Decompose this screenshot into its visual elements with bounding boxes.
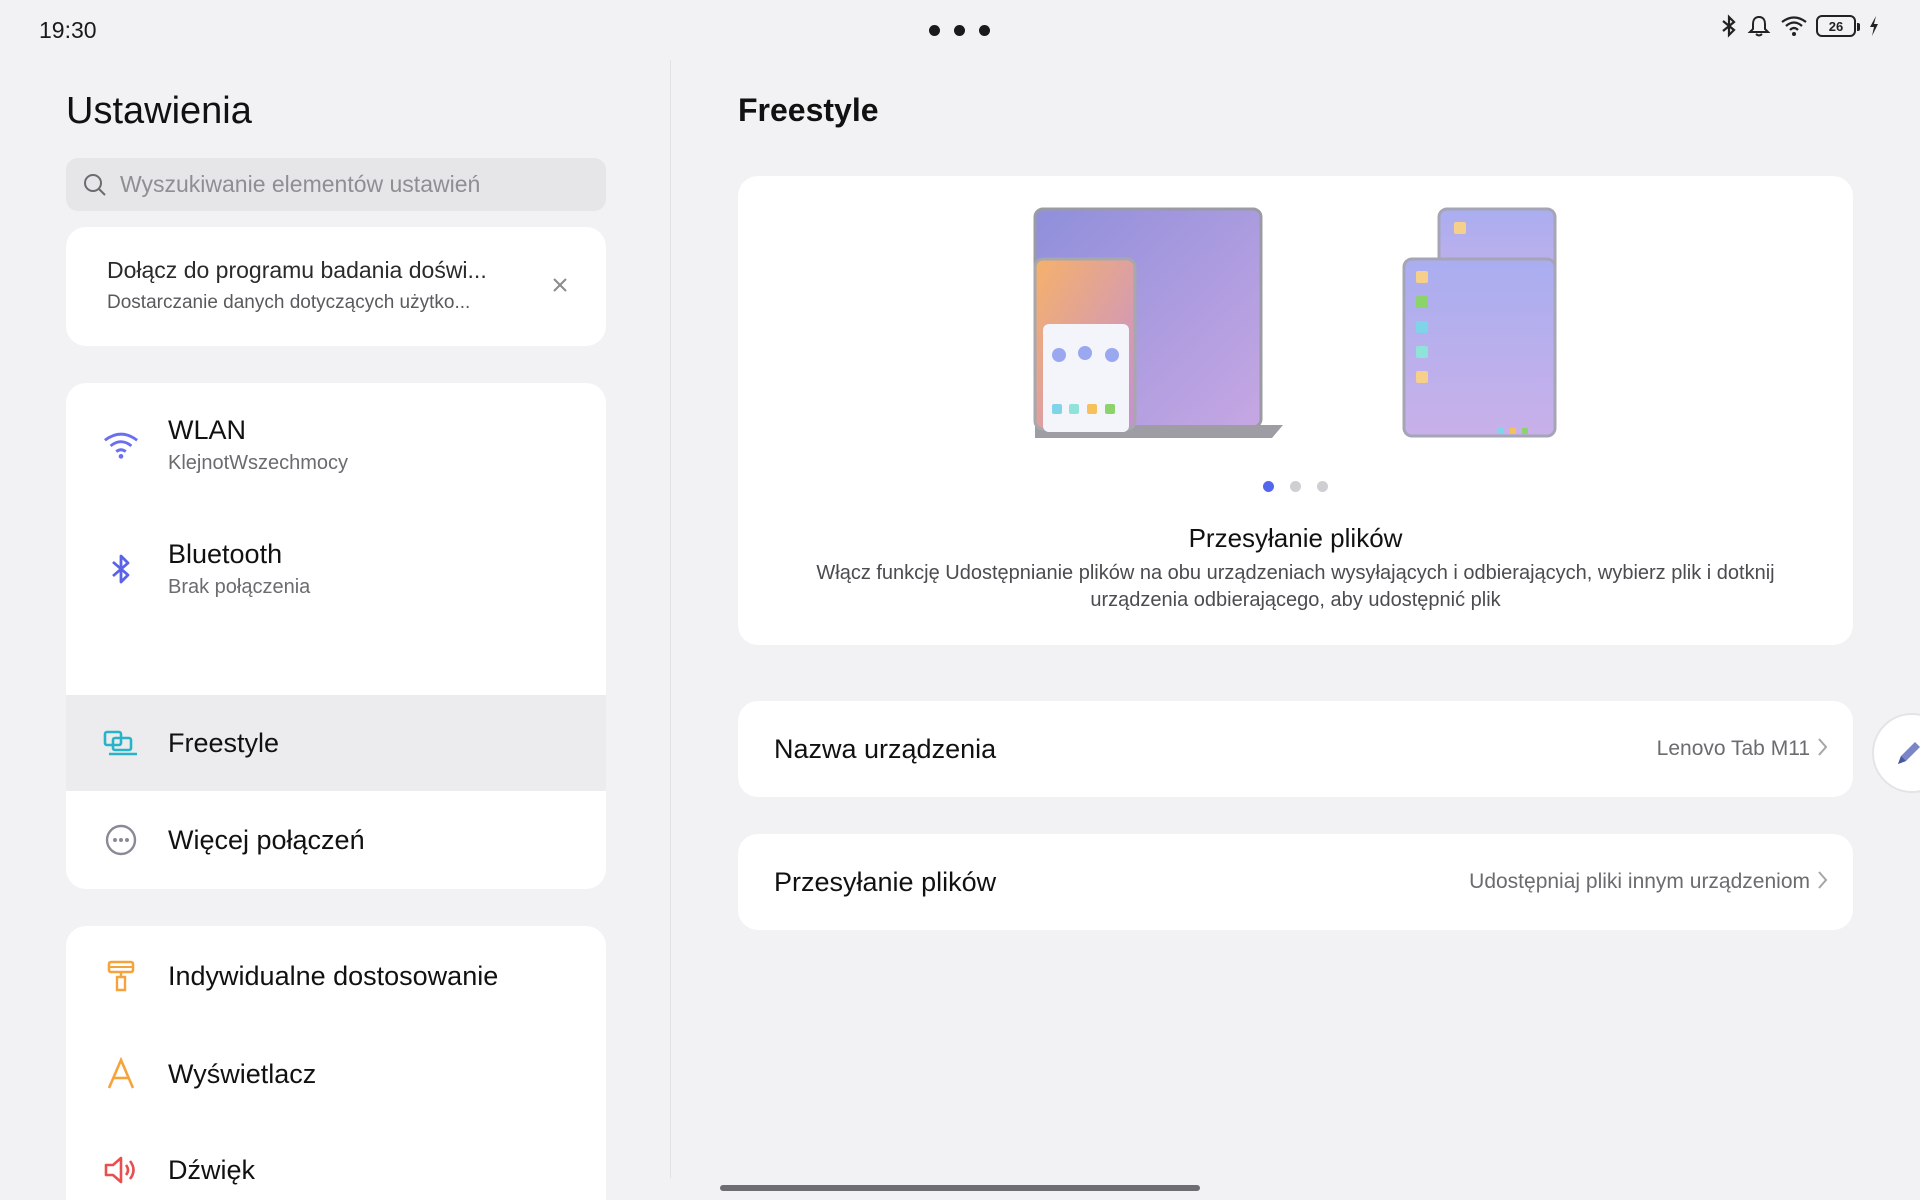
promo-card[interactable]: Dołącz do programu badania doświ... Dost… <box>66 227 606 346</box>
carousel-pagination[interactable] <box>1263 481 1328 492</box>
charging-icon <box>1870 16 1878 36</box>
status-icons: 26 <box>1720 14 1880 38</box>
feature-carousel[interactable]: Przesyłanie plików Włącz funkcję Udostęp… <box>738 176 1853 645</box>
wifi-icon <box>103 427 139 463</box>
carousel-description: Włącz funkcję Udostępnianie plików na ob… <box>816 562 1775 611</box>
sidebar-item-label: Wyświetlacz <box>168 1058 317 1089</box>
personalization-group: Indywidualne dostosowanie Wyświetlacz Dź… <box>66 926 606 1200</box>
floating-pen-button[interactable] <box>1872 713 1920 793</box>
page-dot-active[interactable] <box>1263 481 1274 492</box>
wifi-icon <box>1781 16 1807 36</box>
settings-sidebar: Ustawienia Dołącz do programu badania do… <box>0 60 671 1200</box>
status-time: 19:30 <box>39 17 97 43</box>
search-input[interactable] <box>120 171 580 198</box>
sidebar-item-label: WLAN <box>168 415 247 445</box>
sidebar-item-label: Freestyle <box>168 727 280 758</box>
connections-group: WLAN KlejnotWszechmocy Bluetooth Brak po… <box>66 383 606 889</box>
pen-icon <box>1898 742 1920 764</box>
sidebar-item-label: Więcej połączeń <box>168 824 365 855</box>
freestyle-illustration <box>1033 207 1557 438</box>
search-icon <box>84 173 106 196</box>
battery-level: 26 <box>1828 18 1844 34</box>
bluetooth-icon <box>103 551 139 587</box>
speaker-icon <box>103 1152 139 1188</box>
bluetooth-icon <box>1722 14 1736 38</box>
page-dot[interactable] <box>1317 481 1328 492</box>
more-connections-icon <box>103 822 139 858</box>
device-name-value: Lenovo Tab M11 <box>1656 737 1810 760</box>
paint-roller-icon <box>103 958 139 994</box>
sidebar-item-sublabel: KlejnotWszechmocy <box>168 452 349 474</box>
device-name-label: Nazwa urządzenia <box>774 733 997 764</box>
chevron-right-icon <box>1818 738 1828 756</box>
sidebar-item-bluetooth[interactable]: Bluetooth Brak połączenia <box>66 507 606 631</box>
sidebar-item-more-connections[interactable]: Więcej połączeń <box>66 791 606 889</box>
file-transfer-value: Udostępniaj pliki innym urządzeniom <box>1469 870 1810 893</box>
sidebar-item-sound[interactable]: Dźwięk <box>66 1122 606 1200</box>
home-indicator[interactable] <box>720 1185 1200 1191</box>
carousel-title: Przesyłanie plików <box>1188 523 1403 553</box>
file-transfer-row[interactable]: Przesyłanie plików Udostępniaj pliki inn… <box>738 834 1853 930</box>
battery-icon: 26 <box>1816 15 1860 37</box>
close-icon <box>553 278 567 292</box>
sidebar-item-label: Indywidualne dostosowanie <box>168 960 499 991</box>
sidebar-item-label: Dźwięk <box>168 1154 256 1185</box>
detail-title: Freestyle <box>738 92 879 128</box>
display-letter-icon <box>103 1056 139 1092</box>
promo-subtitle: Dostarczanie danych dotyczących użytko..… <box>107 292 471 313</box>
file-transfer-label: Przesyłanie plików <box>774 866 997 897</box>
sidebar-item-display[interactable]: Wyświetlacz <box>66 1026 606 1122</box>
chevron-right-icon <box>1818 871 1828 889</box>
sidebar-item-freestyle[interactable]: Freestyle <box>66 695 606 791</box>
freestyle-icon <box>103 725 139 761</box>
page-title: Ustawienia <box>66 90 252 132</box>
close-button[interactable] <box>546 271 574 299</box>
search-bar[interactable] <box>66 158 606 211</box>
multitask-dots[interactable] <box>929 25 990 36</box>
sidebar-item-wlan[interactable]: WLAN KlejnotWszechmocy <box>66 383 606 507</box>
sidebar-item-sublabel: Brak połączenia <box>168 576 311 598</box>
sidebar-item-label: Bluetooth <box>168 539 283 569</box>
notification-bell-icon <box>1747 15 1771 37</box>
page-dot[interactable] <box>1290 481 1301 492</box>
device-name-row[interactable]: Nazwa urządzenia Lenovo Tab M11 <box>738 701 1853 797</box>
promo-title: Dołącz do programu badania doświ... <box>107 257 487 283</box>
sidebar-item-personalization[interactable]: Indywidualne dostosowanie <box>66 926 606 1026</box>
